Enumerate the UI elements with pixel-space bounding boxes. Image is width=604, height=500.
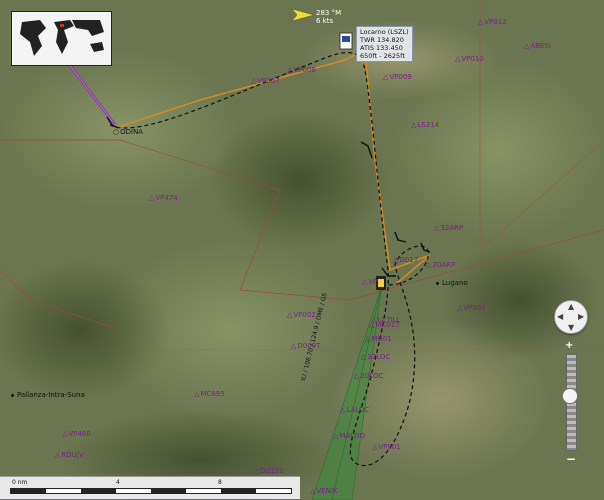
zoom-out-button[interactable]: − bbox=[566, 452, 576, 466]
terrain-layer bbox=[0, 0, 604, 500]
heading-readout: 283 °M bbox=[316, 9, 342, 17]
scale-label-4: 4 bbox=[116, 479, 120, 486]
waypoint-odina[interactable]: ○ODINA bbox=[113, 128, 143, 136]
waypoint-abesi[interactable]: △ABESI bbox=[524, 42, 551, 50]
pan-right-icon[interactable]: ▶ bbox=[578, 312, 584, 321]
aircraft-icon bbox=[376, 276, 386, 290]
airport-name: Locarno (LSZL) bbox=[360, 28, 409, 36]
town-pallanza: Pallanza-Intra-Suna bbox=[11, 391, 85, 399]
map-view[interactable]: 283 °M 6 kts Locarno (LSZL) TWR 134.820 … bbox=[0, 0, 604, 500]
waypoint-venik[interactable]: △VENIK bbox=[310, 487, 338, 495]
pan-up-icon[interactable]: ▲ bbox=[568, 302, 574, 311]
waypoint-20arp[interactable]: △20ARP bbox=[426, 261, 455, 269]
airport-elevation: 650ft - 2625ft bbox=[360, 52, 405, 60]
zoom-slider-handle[interactable] bbox=[562, 388, 578, 404]
scale-stripe bbox=[10, 488, 292, 494]
waypoint-mg01[interactable]: △MG01 bbox=[365, 335, 392, 343]
waypoint-32arp[interactable]: △32ARP bbox=[434, 224, 463, 232]
waypoint-20loc[interactable]: △20LOC bbox=[354, 372, 383, 380]
waypoint-mc017[interactable]: △MC017 bbox=[369, 321, 400, 329]
waypoint-ls214[interactable]: △LS214 bbox=[411, 121, 439, 129]
pan-left-icon[interactable]: ◀ bbox=[557, 312, 563, 321]
scale-label-0: 0 nm bbox=[12, 479, 28, 486]
waypoint-32loc[interactable]: △32LOC bbox=[361, 353, 390, 361]
waypoint-vp002[interactable]: △VP002 bbox=[287, 311, 316, 319]
wind-arrow-icon bbox=[292, 9, 314, 21]
waypoint-vp[interactable]: △VP bbox=[362, 278, 377, 286]
overview-minimap[interactable] bbox=[11, 11, 112, 66]
waypoint-vp460[interactable]: △VP460 bbox=[62, 430, 91, 438]
zoom-control: ▲ ▼ ◀ ▶ + − bbox=[554, 300, 588, 470]
town-lugano: Lugano bbox=[436, 279, 468, 287]
speed-readout: 6 kts bbox=[316, 17, 334, 25]
wind-indicator: 283 °M 6 kts bbox=[292, 9, 342, 25]
world-map-icon bbox=[12, 12, 111, 65]
scale-bar: 0 nm 4 8 bbox=[0, 476, 300, 499]
airport-icon bbox=[339, 32, 353, 50]
waypoint-vp003[interactable]: △VP003 bbox=[457, 304, 486, 312]
waypoint-vp012[interactable]: △VP012 bbox=[478, 18, 507, 26]
waypoint-d2121[interactable]: △D2121 bbox=[254, 467, 284, 475]
waypoint-laloc[interactable]: △LALOC bbox=[340, 406, 369, 414]
airport-atis: ATIS 133.450 bbox=[360, 44, 403, 52]
waypoint-vp010[interactable]: △VP010 bbox=[455, 55, 484, 63]
waypoint-maldo[interactable]: △MALDO bbox=[333, 432, 365, 440]
airport-twr: TWR 134.820 bbox=[360, 36, 404, 44]
airport-info-box[interactable]: Locarno (LSZL) TWR 134.820 ATIS 133.450 … bbox=[356, 26, 413, 62]
waypoint-vp001[interactable]: △VP001 bbox=[372, 443, 401, 451]
waypoint-vp008[interactable]: △VP008 bbox=[287, 66, 316, 74]
pan-down-icon[interactable]: ▼ bbox=[568, 323, 574, 332]
waypoint-vp474[interactable]: △VP474 bbox=[149, 194, 178, 202]
waypoint-d017[interactable]: △D017 bbox=[393, 256, 418, 264]
waypoint-vp007[interactable]: △VP007 bbox=[251, 77, 280, 85]
waypoint-rdujv[interactable]: △RDUJV bbox=[55, 451, 84, 459]
zoom-in-button[interactable]: + bbox=[565, 340, 573, 351]
scale-label-8: 8 bbox=[218, 479, 222, 486]
waypoint-mc695[interactable]: △MC695 bbox=[194, 390, 225, 398]
pan-control[interactable]: ▲ ▼ ◀ ▶ bbox=[554, 300, 588, 334]
waypoint-vp009[interactable]: △VP009 bbox=[383, 73, 412, 81]
